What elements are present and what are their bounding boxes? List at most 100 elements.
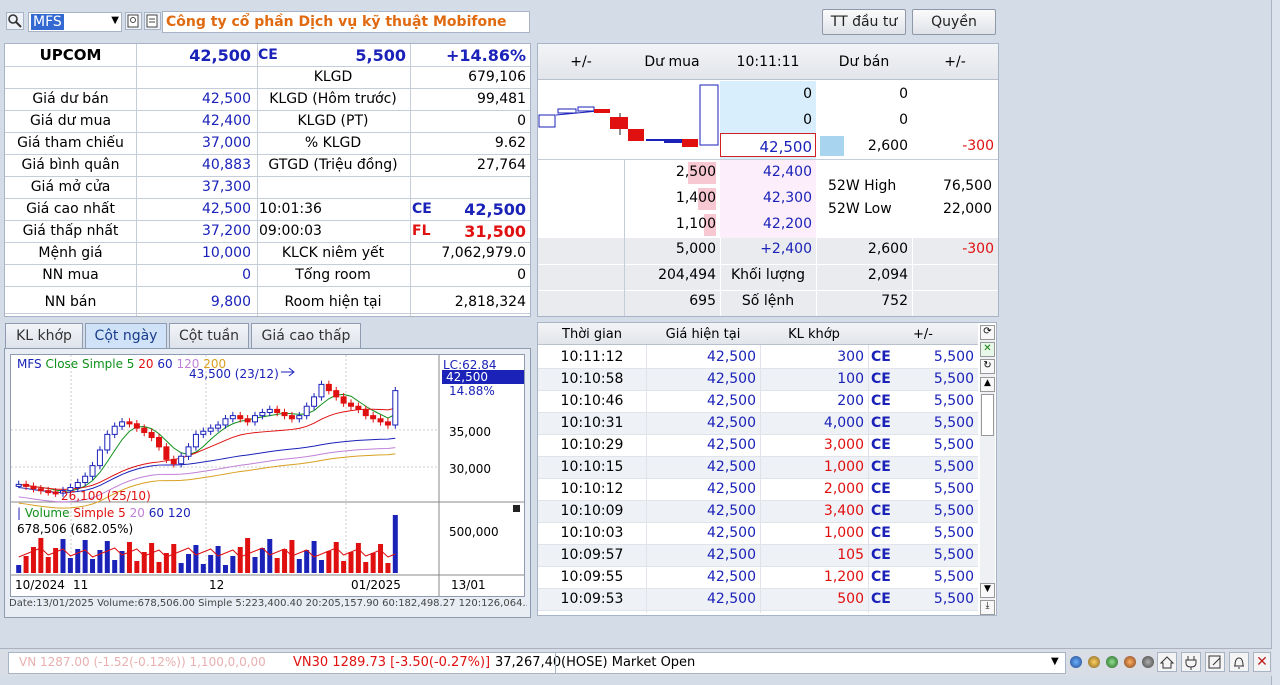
- scroll-down-arrow[interactable]: ▼: [980, 583, 995, 598]
- candle: [185, 446, 192, 457]
- tick-price: 42,500: [707, 547, 756, 563]
- home-icon[interactable]: [1157, 652, 1177, 672]
- tick-row[interactable]: 10:10:15 42,500 1,000 CE 5,500: [538, 457, 978, 479]
- volume-bar: [252, 557, 258, 573]
- summary-value: 9,800: [210, 294, 251, 310]
- tick-row[interactable]: 10:10:29 42,500 3,000 CE 5,500: [538, 435, 978, 457]
- summary-value: 37,300: [202, 179, 251, 195]
- fl-tag: FL: [412, 223, 431, 239]
- reload-icon[interactable]: ↻: [980, 359, 995, 374]
- tab-cot-tuan[interactable]: Cột tuần: [169, 323, 249, 349]
- tick-row[interactable]: 10:10:46 42,500 200 CE 5,500: [538, 391, 978, 413]
- scroll-up-arrow[interactable]: ▲: [980, 377, 995, 392]
- bell-icon[interactable]: [1229, 652, 1249, 672]
- tab-gia-cao-thap[interactable]: Giá cao thấp: [251, 323, 361, 349]
- scroll-end-arrow[interactable]: ⤓: [980, 600, 995, 615]
- vol-legend-label: Volume: [24, 506, 70, 520]
- rights-button[interactable]: Quyền: [912, 9, 996, 35]
- tick-time: 10:11:12: [560, 349, 624, 365]
- chart-canvas[interactable]: MFS Close Simple 5 20 60 120 200 43,500 …: [10, 354, 525, 597]
- candle: [266, 408, 273, 413]
- status-bar: VN 1287.00 (-1.52(-0.12%)) 1,100,0,0,00 …: [0, 648, 1272, 676]
- ob-header-chg-right: +/-: [944, 54, 966, 70]
- tick-header-price: Giá hiện tại: [665, 327, 741, 342]
- tab-cot-ngay[interactable]: Cột ngày: [85, 323, 167, 349]
- status-dot-icon: [1142, 656, 1154, 668]
- status-dot-icon: [1106, 656, 1118, 668]
- plug-icon[interactable]: [1181, 652, 1201, 672]
- chevron-down-icon[interactable]: ▼: [111, 15, 119, 26]
- candle: [15, 483, 22, 487]
- candle: [119, 421, 126, 427]
- tick-tag: CE: [871, 525, 891, 541]
- summary-label: Giá cao nhất: [26, 201, 115, 217]
- tab-kl-khop[interactable]: KL khớp: [5, 323, 83, 349]
- summary-label: Giá thấp nhất: [22, 223, 119, 239]
- tick-time: 10:10:12: [560, 481, 624, 497]
- excel-icon[interactable]: ✕: [980, 342, 995, 357]
- symbol-combobox[interactable]: MFS ▼: [28, 12, 122, 32]
- market-dropdown-icon[interactable]: ▼: [1051, 656, 1059, 667]
- tick-row[interactable]: 10:10:12 42,500 2,000 CE 5,500: [538, 479, 978, 501]
- tick-change: 5,500: [933, 503, 974, 519]
- close-icon[interactable]: ✕: [1253, 652, 1271, 672]
- annotation-low: 26,100 (25/10): [61, 489, 151, 503]
- volume-bar: [134, 561, 140, 573]
- vol-legend-20: 20: [129, 506, 145, 520]
- market-status: (HOSE) Market Open: [561, 655, 696, 670]
- candle: [362, 408, 369, 417]
- search-icon[interactable]: [6, 12, 24, 30]
- volume-panel-close-icon: [513, 505, 520, 512]
- right-border: [1271, 0, 1280, 685]
- summary-value-right: 7,062,979.0: [441, 245, 526, 261]
- chart-search-icon[interactable]: [125, 12, 142, 30]
- tick-volume: 100: [837, 371, 864, 387]
- tick-volume: 500: [837, 591, 864, 607]
- ob-header-ask: Dư bán: [838, 54, 890, 70]
- tick-tag: CE: [871, 393, 891, 409]
- tick-row[interactable]: 10:09:53 42,500 500 CE 5,500: [538, 589, 978, 611]
- chart-status-line: Date:13/01/2025 Volume:678,506.00 Simple…: [9, 598, 527, 609]
- volume-bar: [333, 542, 339, 573]
- tick-time: 10:10:09: [560, 503, 624, 519]
- scroll-thumb[interactable]: [981, 394, 994, 436]
- ob-header-bid: Dư mua: [644, 54, 700, 70]
- tick-scrollbar[interactable]: ⟳ ✕ ↻ ▲ ▼ ⤓: [980, 325, 995, 615]
- refresh-icon[interactable]: ⟳: [980, 325, 995, 340]
- tick-change: 5,500: [933, 371, 974, 387]
- tick-change: 5,500: [933, 437, 974, 453]
- vol-legend-ma: Simple 5: [73, 506, 126, 520]
- tick-row[interactable]: 10:10:03 42,500 1,000 CE 5,500: [538, 523, 978, 545]
- symbol-input[interactable]: MFS: [31, 14, 64, 30]
- tick-row[interactable]: 10:10:58 42,500 100 CE 5,500: [538, 369, 978, 391]
- row-divider: [5, 110, 530, 111]
- empty-workspace: [1004, 0, 1274, 640]
- investor-info-button[interactable]: TT đầu tư: [822, 9, 906, 35]
- x-label-oct: 10/2024: [15, 578, 65, 592]
- tick-row[interactable]: 10:10:09 42,500 3,400 CE 5,500: [538, 501, 978, 523]
- candle: [370, 415, 377, 420]
- status-dot-icon: [1070, 656, 1082, 668]
- x-label-dec: 12: [209, 578, 225, 592]
- tick-volume: 200: [837, 393, 864, 409]
- tick-tag: CE: [871, 371, 891, 387]
- row-divider: [5, 286, 530, 287]
- ob-header-chg-left: +/-: [570, 54, 592, 70]
- tick-price: 42,500: [707, 569, 756, 585]
- tick-tag: CE: [871, 415, 891, 431]
- edit-icon[interactable]: [1205, 652, 1225, 672]
- tick-row[interactable]: 10:11:12 42,500 300 CE 5,500: [538, 347, 978, 369]
- orders-label: Số lệnh: [741, 293, 795, 309]
- intraday-mini-chart: [538, 84, 719, 147]
- tick-row[interactable]: 10:09:55 42,500 1,200 CE 5,500: [538, 567, 978, 589]
- tick-row[interactable]: 10:09:57 42,500 105 CE 5,500: [538, 545, 978, 567]
- volume-bar: [230, 556, 236, 573]
- row-divider: [5, 313, 530, 314]
- col-divider: [646, 345, 647, 613]
- tick-row[interactable]: 10:10:31 42,500 4,000 CE 5,500: [538, 413, 978, 435]
- tick-price: 42,500: [707, 415, 756, 431]
- document-search-icon[interactable]: [144, 12, 161, 30]
- tick-time: 10:10:58: [560, 371, 624, 387]
- volume-bar: [208, 555, 214, 573]
- volume-bar: [149, 543, 155, 573]
